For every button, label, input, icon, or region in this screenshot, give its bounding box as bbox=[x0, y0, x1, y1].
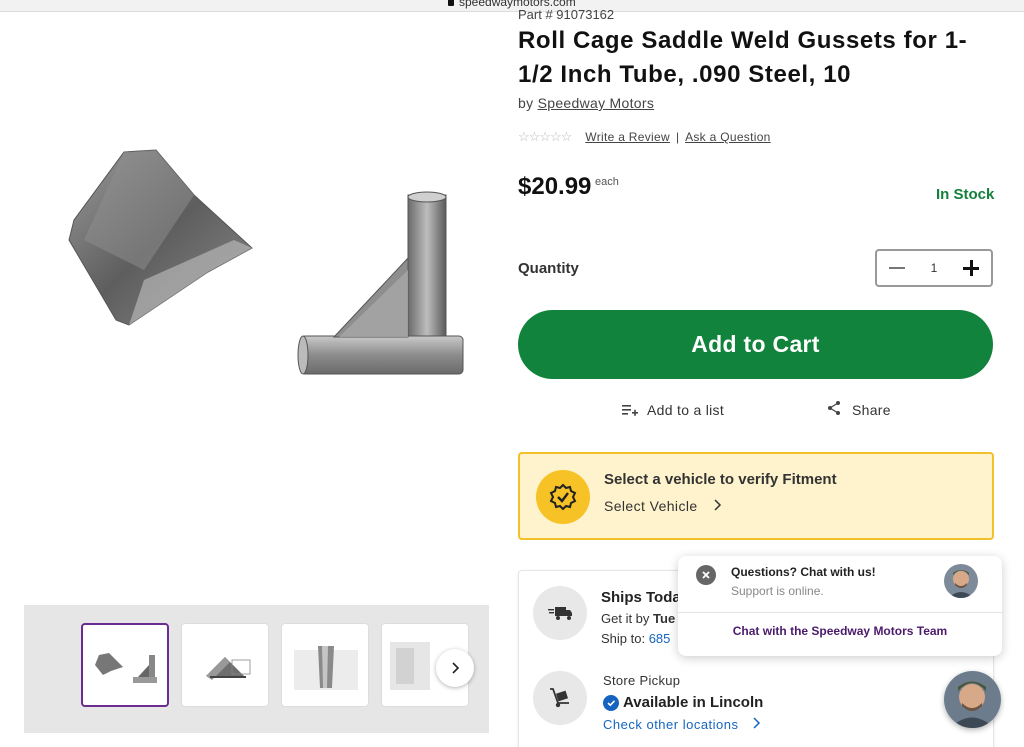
rating-row: ☆☆☆☆☆ Write a Review | Ask a Question bbox=[518, 129, 771, 145]
chevron-right-icon bbox=[452, 662, 460, 674]
rating-stars[interactable]: ☆☆☆☆☆ bbox=[518, 129, 572, 145]
price: $20.99 bbox=[518, 173, 592, 200]
close-icon[interactable] bbox=[696, 565, 716, 585]
ship-to-prefix: Ship to: bbox=[601, 631, 649, 646]
product-main-image[interactable] bbox=[24, 40, 490, 560]
product-title: Roll Cage Saddle Weld Gussets for 1-1/2 … bbox=[518, 27, 968, 88]
thumbnail-next-button[interactable] bbox=[436, 649, 474, 687]
chat-status: Support is online. bbox=[731, 584, 824, 598]
add-to-list-label: Add to a list bbox=[647, 402, 725, 418]
chevron-right-icon bbox=[753, 717, 760, 729]
ship-to: Ship to: 685 bbox=[601, 631, 670, 646]
rating-separator: | bbox=[675, 130, 680, 144]
minus-icon[interactable] bbox=[887, 258, 907, 278]
add-to-list-button[interactable]: Add to a list bbox=[621, 402, 724, 418]
chevron-right-icon bbox=[714, 499, 721, 511]
shipping-title: Ships Toda bbox=[601, 589, 681, 606]
part-number: Part # 91073162 bbox=[518, 7, 615, 22]
pickup-availability-text: Available in Lincoln bbox=[623, 694, 764, 711]
chat-divider bbox=[678, 612, 1002, 613]
chat-launcher-avatar[interactable] bbox=[944, 671, 1001, 728]
ship-to-zip-link[interactable]: 685 bbox=[649, 631, 671, 646]
ask-question-link[interactable]: Ask a Question bbox=[685, 130, 771, 144]
share-icon bbox=[828, 401, 840, 415]
browser-url-bar[interactable]: speedwaymotors.com bbox=[0, 0, 1024, 12]
select-vehicle-link[interactable]: Select Vehicle bbox=[604, 498, 722, 514]
select-vehicle-label: Select Vehicle bbox=[604, 498, 698, 514]
quantity-input[interactable]: 1 bbox=[919, 261, 949, 275]
check-circle-icon bbox=[603, 694, 619, 711]
add-to-cart-button[interactable]: Add to Cart bbox=[518, 310, 993, 379]
thumbnail-1[interactable] bbox=[81, 623, 169, 707]
playlist-add-icon bbox=[622, 405, 638, 416]
stock-status: In Stock bbox=[936, 186, 995, 203]
other-locations-label: Check other locations bbox=[603, 717, 739, 732]
share-label: Share bbox=[852, 402, 891, 418]
lock-icon bbox=[448, 0, 454, 7]
chat-team-link[interactable]: Chat with the Speedway Motors Team bbox=[678, 624, 1002, 638]
fast-shipping-icon bbox=[533, 586, 587, 640]
byline-prefix: by bbox=[518, 95, 534, 111]
check-other-locations-link[interactable]: Check other locations bbox=[603, 717, 761, 732]
agent-avatar bbox=[944, 564, 978, 598]
pickup-availability: Available in Lincoln bbox=[603, 694, 763, 711]
plus-icon[interactable] bbox=[961, 258, 981, 278]
hand-truck-icon bbox=[533, 671, 587, 725]
brand-link[interactable]: Speedway Motors bbox=[538, 95, 655, 111]
delivery-day: Tue bbox=[653, 611, 676, 626]
delivery-prefix: Get it by bbox=[601, 611, 654, 626]
thumbnail-2[interactable] bbox=[181, 623, 269, 707]
delivery-estimate: Get it by Tue bbox=[601, 611, 675, 626]
chat-title: Questions? Chat with us! bbox=[731, 565, 876, 579]
price-unit: each bbox=[595, 176, 619, 188]
verified-badge-icon bbox=[536, 470, 590, 524]
quantity-label: Quantity bbox=[518, 260, 579, 277]
quantity-stepper: 1 bbox=[875, 249, 993, 287]
byline: by Speedway Motors bbox=[518, 95, 654, 111]
thumbnail-strip bbox=[24, 605, 489, 733]
fitment-title: Select a vehicle to verify Fitment bbox=[604, 471, 837, 488]
fitment-banner: Select a vehicle to verify Fitment Selec… bbox=[518, 452, 994, 540]
share-button[interactable]: Share bbox=[826, 401, 891, 418]
chat-popup: Questions? Chat with us! Support is onli… bbox=[678, 556, 1002, 656]
write-review-link[interactable]: Write a Review bbox=[585, 130, 670, 144]
thumbnail-3[interactable] bbox=[281, 623, 369, 707]
store-pickup-label: Store Pickup bbox=[603, 673, 681, 688]
